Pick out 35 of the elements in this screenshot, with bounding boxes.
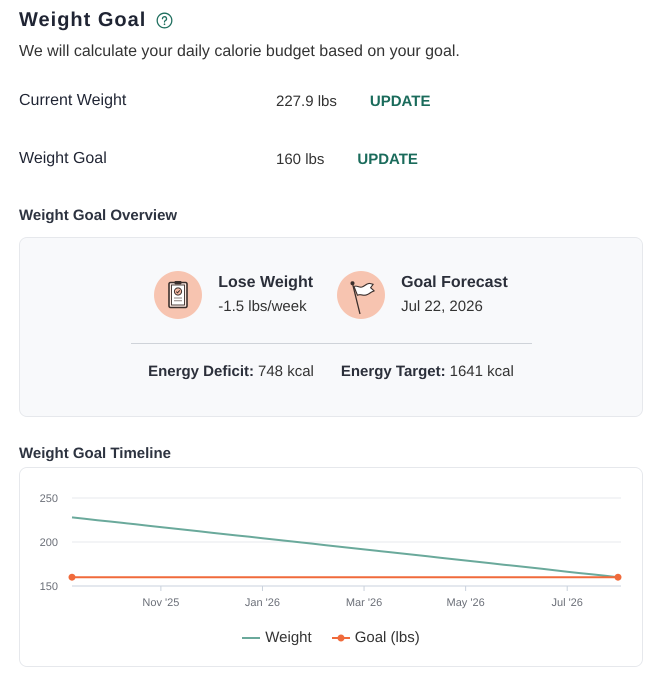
section-heading: Weight Goal Overview (19, 206, 178, 226)
weight-value: 160 lbs (276, 150, 324, 168)
page-title: Weight Goal (19, 8, 146, 33)
weight-label: Weight Goal (19, 150, 108, 168)
weight-value: 227.9 lbs (276, 92, 337, 110)
x-axis-label: May '26 (446, 597, 485, 609)
clipboard-icon (154, 271, 202, 319)
legend-label: Weight (265, 628, 312, 648)
flag-icon (337, 271, 386, 319)
help-icon[interactable] (156, 12, 174, 28)
section-heading: Weight Goal Timeline (19, 444, 172, 464)
x-axis-label: Jul '26 (551, 597, 583, 609)
page-description: We will calculate your daily calorie budget based on your goal. (19, 42, 461, 62)
weight-label: Current Weight (19, 92, 128, 110)
y-axis-label: 200 (40, 537, 58, 549)
update-link[interactable]: UPDATE (370, 92, 430, 110)
energy-label: Energy Target: (340, 362, 446, 382)
y-axis-label: 250 (40, 493, 58, 505)
stat-value: -1.5 lbs/week (218, 297, 308, 317)
stat-value: Jul 22, 2026 (401, 297, 484, 317)
update-link[interactable]: UPDATE (357, 150, 418, 168)
energy-label: Energy Deficit: (148, 362, 254, 382)
legend-line-icon (242, 634, 260, 642)
x-axis-label: Nov '25 (142, 597, 180, 609)
data-point (68, 574, 76, 581)
x-axis-label: Jan '26 (244, 597, 280, 609)
energy-value: 1641 kcal (450, 362, 514, 382)
energy-value: 748 kcal (258, 362, 314, 382)
x-axis-label: Mar '26 (346, 597, 382, 609)
y-axis-label: 150 (40, 581, 58, 593)
legend-label: Goal (lbs) (354, 628, 420, 648)
data-point (614, 574, 622, 581)
stat-title: Goal Forecast (401, 273, 508, 293)
legend-line-icon (332, 634, 350, 642)
stat-title: Lose Weight (218, 273, 314, 293)
